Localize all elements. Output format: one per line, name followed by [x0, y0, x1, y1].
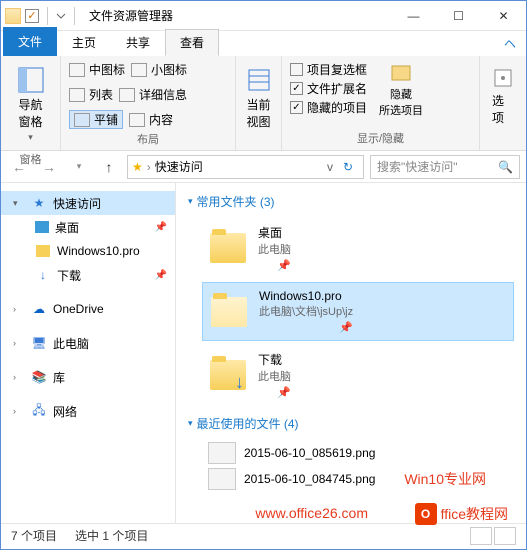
view-small-icons[interactable]: 小图标	[131, 60, 187, 79]
pin-icon: 📌	[155, 270, 167, 281]
nav-desktop[interactable]: 桌面📌	[1, 215, 175, 239]
current-view-icon	[245, 66, 273, 94]
pin-icon: 📌	[339, 321, 353, 334]
nav-quick-access[interactable]: ▾★快速访问	[1, 191, 175, 215]
details-view-button[interactable]	[470, 527, 492, 545]
nav-this-pc[interactable]: ›🖥此电脑	[1, 331, 175, 355]
tab-share[interactable]: 共享	[111, 29, 165, 56]
nav-network[interactable]: ›🖧网络	[1, 399, 175, 423]
nav-libraries[interactable]: ›📚库	[1, 365, 175, 389]
nav-onedrive[interactable]: ›☁OneDrive	[1, 297, 175, 321]
window-title: 文件资源管理器	[89, 7, 173, 24]
options-button[interactable]: 选项	[488, 60, 518, 132]
hide-selected-button[interactable]: 隐藏 所选项目	[377, 60, 425, 118]
tab-file[interactable]: 文件	[3, 27, 57, 56]
watermark-text: Win10专业网	[404, 469, 486, 489]
app-icon	[5, 8, 21, 24]
image-thumb-icon	[208, 442, 236, 464]
search-box[interactable]: 搜索"快速访问" 🔍	[370, 155, 520, 179]
pin-icon: 📌	[277, 386, 291, 399]
office-logo-icon: O	[415, 503, 437, 525]
forward-button[interactable]: →	[37, 155, 61, 179]
view-list[interactable]: 列表	[69, 85, 113, 104]
tile-downloads[interactable]: ↓ 下载 此电脑 📌	[202, 345, 514, 405]
folder-icon	[211, 297, 247, 327]
item-checkboxes-toggle[interactable]: 项目复选框	[290, 60, 367, 79]
ribbon-help-icon[interactable]: ヘ	[494, 31, 526, 56]
options-icon	[491, 66, 515, 90]
tile-windows10pro[interactable]: Windows10.pro 此电脑\文档\jsUp\jz 📌	[202, 282, 514, 341]
refresh-button[interactable]: ↻	[337, 160, 359, 174]
view-medium-icons[interactable]: 中图标	[69, 60, 125, 79]
qat-dropdown-icon[interactable]	[56, 11, 66, 21]
tab-home[interactable]: 主页	[57, 29, 111, 56]
icons-view-button[interactable]	[494, 527, 516, 545]
qat-properties[interactable]: ✓	[25, 9, 39, 23]
view-tiles[interactable]: 平铺	[69, 110, 123, 129]
download-arrow-icon: ↓	[235, 372, 244, 393]
status-count: 7 个项目	[11, 527, 57, 544]
watermark-footer: www.office26.com O ffice教程网	[415, 503, 508, 525]
current-view-button[interactable]: 当前 视图	[244, 60, 273, 136]
ribbon: 导航窗格 ▾ 窗格 中图标 小图标 列表 详细信息 平铺 内容 布局 当前 视图…	[1, 56, 526, 151]
nav-windows10pro[interactable]: Windows10.pro	[1, 239, 175, 263]
file-ext-toggle[interactable]: ✓文件扩展名	[290, 79, 367, 98]
ribbon-tabs: 文件 主页 共享 查看 ヘ	[1, 31, 526, 56]
nav-pane-button[interactable]: 导航窗格 ▾	[9, 60, 52, 149]
nav-downloads[interactable]: ↓下载📌	[1, 263, 175, 287]
image-thumb-icon	[208, 468, 236, 490]
status-selected: 选中 1 个项目	[75, 527, 148, 544]
quick-access-icon: ★	[132, 160, 143, 174]
view-content[interactable]: 内容	[129, 110, 173, 129]
minimize-button[interactable]: —	[391, 1, 436, 31]
view-details[interactable]: 详细信息	[119, 85, 187, 104]
tile-desktop[interactable]: 桌面 此电脑 📌	[202, 218, 514, 278]
status-bar: 7 个项目 选中 1 个项目	[1, 523, 526, 547]
nav-pane-icon	[17, 66, 45, 94]
navigation-pane: ▾★快速访问 桌面📌 Windows10.pro ↓下载📌 ›☁OneDrive…	[1, 183, 176, 523]
search-icon: 🔍	[498, 160, 513, 174]
hide-icon	[389, 60, 413, 84]
address-bar: ← → ▾ ↑ ★ › 快速访问 v ↻ 搜索"快速访问" 🔍	[1, 151, 526, 183]
titlebar: ✓ 文件资源管理器 — ☐ ✕	[1, 1, 526, 31]
pin-icon: 📌	[277, 259, 291, 272]
tab-view[interactable]: 查看	[165, 29, 219, 56]
address-location: 快速访问	[155, 158, 203, 175]
hidden-items-toggle[interactable]: ✓隐藏的项目	[290, 98, 367, 117]
address-field[interactable]: ★ › 快速访问 v ↻	[127, 155, 364, 179]
recent-locations-button[interactable]: ▾	[67, 155, 91, 179]
search-placeholder: 搜索"快速访问"	[377, 158, 458, 175]
maximize-button[interactable]: ☐	[436, 1, 481, 31]
frequent-folders-header[interactable]: ▾常用文件夹 (3)	[188, 193, 514, 210]
recent-files-header[interactable]: ▾最近使用的文件 (4)	[188, 415, 514, 432]
up-button[interactable]: ↑	[97, 155, 121, 179]
recent-file-1[interactable]: 2015-06-10_085619.png	[188, 440, 514, 466]
folder-icon	[210, 233, 246, 263]
back-button[interactable]: ←	[7, 155, 31, 179]
pin-icon: 📌	[155, 222, 167, 233]
close-button[interactable]: ✕	[481, 1, 526, 31]
